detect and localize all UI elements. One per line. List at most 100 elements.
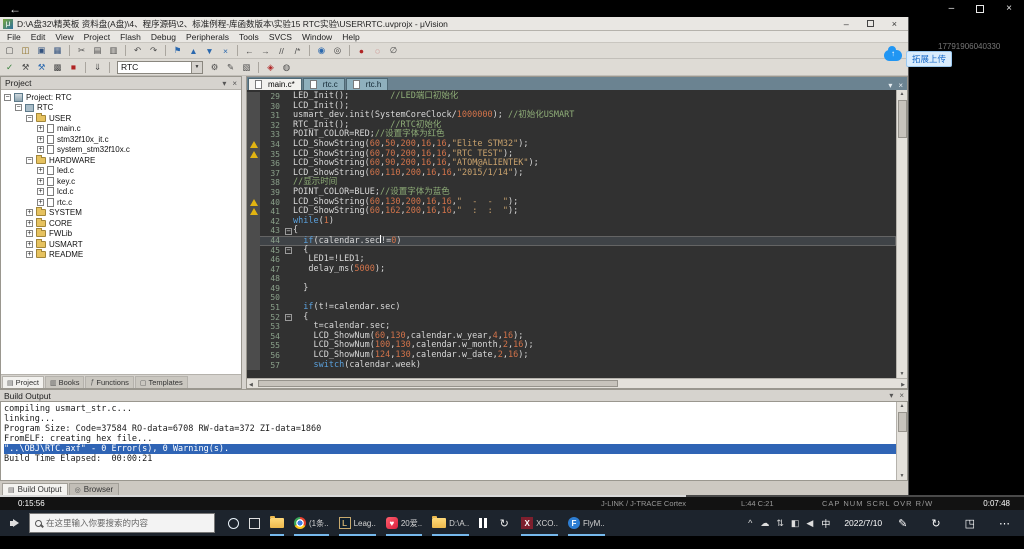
tree-item-lcd-c[interactable]: +lcd.c xyxy=(1,187,241,198)
menu-peripherals[interactable]: Peripherals xyxy=(181,32,234,42)
find-icon[interactable]: ◉ xyxy=(314,44,329,57)
ide-maximize-icon[interactable] xyxy=(867,20,874,27)
tree-item-fwlib[interactable]: +FWLib xyxy=(1,229,241,240)
paste-icon[interactable]: ▥ xyxy=(106,44,121,57)
close-icon[interactable]: × xyxy=(1006,3,1012,14)
code-line[interactable]: 49 } xyxy=(247,284,896,294)
bookmark-icon[interactable]: ⚑ xyxy=(170,44,185,57)
code-line[interactable]: 41LCD_ShowString(60,162,200,16,16," : : … xyxy=(247,207,896,217)
uncomment-icon[interactable]: /* xyxy=(290,44,305,57)
expander-icon[interactable]: + xyxy=(37,146,44,153)
player-loop-button[interactable]: ↻ xyxy=(492,510,516,536)
outdent-icon[interactable]: ← xyxy=(242,44,257,57)
tray-expand-icon[interactable]: ^ xyxy=(748,518,752,528)
expander-icon[interactable]: + xyxy=(37,136,44,143)
menu-window[interactable]: Window xyxy=(297,32,337,42)
tray-volume-icon[interactable]: ◀ xyxy=(806,518,813,529)
stop-build-icon[interactable]: ■ xyxy=(66,61,81,74)
menu-tools[interactable]: Tools xyxy=(234,32,264,42)
tree-item-led-c[interactable]: +led.c xyxy=(1,166,241,177)
expander-icon[interactable]: − xyxy=(4,94,11,101)
bottom-tab-build-output[interactable]: ▤Build Output xyxy=(2,483,68,495)
output-line[interactable]: Program Size: Code=37584 RO-data=6708 RW… xyxy=(4,424,896,434)
output-line[interactable]: "..\OBJ\RTC.axf" - 0 Error(s), 0 Warning… xyxy=(4,444,896,454)
flymcu-button[interactable]: FFlyM.. xyxy=(563,510,610,536)
output-line[interactable]: linking... xyxy=(4,414,896,424)
panel-close-icon[interactable]: × xyxy=(899,391,904,400)
panel-tab-templates[interactable]: ▢Templates xyxy=(135,376,188,388)
annotate-pencil-icon[interactable]: ✎ xyxy=(898,517,907,530)
player-pause-button[interactable] xyxy=(474,510,492,536)
scrollbar-thumb[interactable] xyxy=(898,412,907,432)
code-line[interactable]: 51 if(t!=calendar.sec) xyxy=(247,303,896,313)
editor-tab-rtc-h[interactable]: rtc.h xyxy=(346,78,389,90)
target-options-icon[interactable]: ⚙ xyxy=(207,61,222,74)
tray-cloud-icon[interactable]: ☁ xyxy=(760,518,769,529)
expander-icon[interactable]: + xyxy=(37,167,44,174)
more-options-icon[interactable]: ⋯ xyxy=(999,517,1010,530)
tree-item-core[interactable]: +CORE xyxy=(1,218,241,229)
scroll-up-icon[interactable]: ▲ xyxy=(900,90,905,98)
tab-list-icon[interactable]: ▾ xyxy=(888,81,892,90)
fullscreen-icon[interactable]: ◳ xyxy=(965,517,975,530)
panel-tab-project[interactable]: ▤Project xyxy=(2,376,44,388)
scroll-up-icon[interactable]: ▲ xyxy=(900,402,905,410)
manage-components-icon[interactable]: ▧ xyxy=(239,61,254,74)
build-icon[interactable]: ⚒ xyxy=(18,61,33,74)
breakpoint-icon[interactable]: ● xyxy=(354,44,369,57)
scroll-right-icon[interactable]: ▶ xyxy=(901,381,905,389)
translate-icon[interactable]: ✓ xyxy=(2,61,17,74)
expander-icon[interactable]: + xyxy=(37,125,44,132)
next-bookmark-icon[interactable]: ▼ xyxy=(202,44,217,57)
explorer-da-button[interactable]: D:\A.. xyxy=(427,510,474,536)
clear-breakpoints-icon[interactable]: ∅ xyxy=(386,44,401,57)
tray-display-icon[interactable]: ◧ xyxy=(791,518,800,529)
panel-close-icon[interactable]: × xyxy=(232,79,237,88)
scroll-left-icon[interactable]: ◀ xyxy=(249,381,253,389)
cut-icon[interactable]: ✂ xyxy=(74,44,89,57)
collapse-icon[interactable]: − xyxy=(285,228,292,235)
target-select[interactable]: RTC▼ xyxy=(117,61,203,74)
comment-icon[interactable]: // xyxy=(274,44,289,57)
scrollbar-thumb[interactable] xyxy=(258,380,618,387)
expander-icon[interactable]: + xyxy=(26,230,33,237)
menu-svcs[interactable]: SVCS xyxy=(264,32,297,42)
menu-file[interactable]: File xyxy=(2,32,26,42)
ime-indicator[interactable]: 中 xyxy=(821,517,830,530)
code-line[interactable]: 47 delay_ms(5000); xyxy=(247,265,896,275)
output-line[interactable]: compiling usmart_str.c... xyxy=(4,404,896,414)
tree-item-key-c[interactable]: +key.c xyxy=(1,176,241,187)
ide-minimize-icon[interactable]: – xyxy=(844,19,849,29)
panel-tab-functions[interactable]: ƒFunctions xyxy=(85,376,133,388)
ide-close-icon[interactable]: × xyxy=(892,19,897,29)
cortana-button[interactable] xyxy=(223,510,244,536)
output-line[interactable]: FromELF: creating hex file... xyxy=(4,434,896,444)
taskbar-clock[interactable]: 2022/7/10 xyxy=(844,518,882,528)
xcom-button[interactable]: XXCO.. xyxy=(516,510,563,536)
menu-edit[interactable]: Edit xyxy=(26,32,51,42)
editor-close-icon[interactable]: × xyxy=(898,81,903,90)
media-app-button[interactable]: ♥20爱.. xyxy=(381,510,427,536)
code-line[interactable]: 44 if(calendar.sec!=0) xyxy=(247,236,896,246)
code-line[interactable]: 48 xyxy=(247,274,896,284)
panel-tab-books[interactable]: ▥Books xyxy=(45,376,84,388)
code-line[interactable]: 42while(1) xyxy=(247,217,896,227)
expander-icon[interactable]: + xyxy=(26,220,33,227)
tray-sync-icon[interactable]: ⇅ xyxy=(776,518,784,529)
batch-build-icon[interactable]: ▩ xyxy=(50,61,65,74)
save-all-icon[interactable]: ▦ xyxy=(50,44,65,57)
menu-debug[interactable]: Debug xyxy=(146,32,181,42)
menu-view[interactable]: View xyxy=(50,32,78,42)
tree-item-rtc[interactable]: −RTC xyxy=(1,103,241,114)
rebuild-icon[interactable]: ⚒ xyxy=(34,61,49,74)
file-explorer-button[interactable] xyxy=(265,510,289,536)
tree-item-system[interactable]: +SYSTEM xyxy=(1,208,241,219)
output-vertical-scrollbar[interactable]: ▲ ▼ xyxy=(896,402,907,480)
open-folder-icon[interactable]: ◫ xyxy=(18,44,33,57)
tree-item-stm32f10x-it-c[interactable]: +stm32f10x_it.c xyxy=(1,134,241,145)
output-line[interactable]: Build Time Elapsed: 00:00:21 xyxy=(4,454,896,464)
video-progress-bar[interactable] xyxy=(0,495,1024,497)
kill-all-icon[interactable]: ◍ xyxy=(279,61,294,74)
cloud-upload-icon[interactable] xyxy=(884,50,902,61)
download-icon[interactable]: ⇓ xyxy=(90,61,105,74)
